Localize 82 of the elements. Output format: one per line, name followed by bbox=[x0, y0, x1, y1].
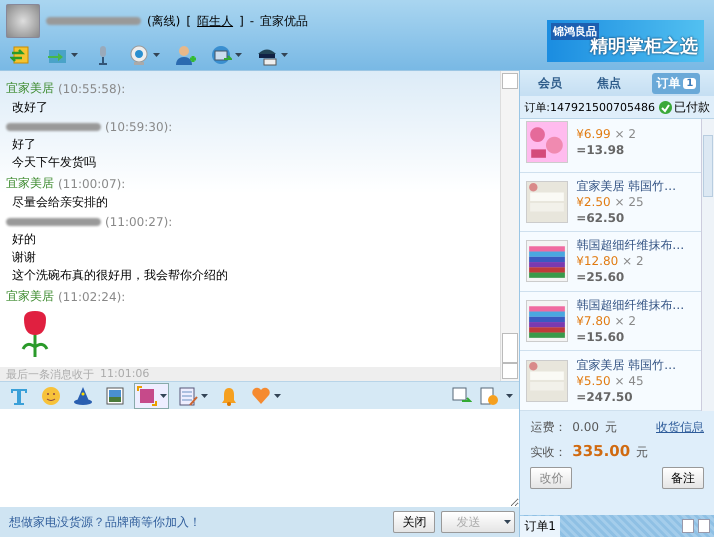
price-quantity: ¥12.80 × 2 bbox=[576, 253, 645, 270]
note-button[interactable]: 备注 bbox=[662, 467, 704, 489]
message-text: 谢谢 bbox=[11, 249, 37, 265]
last-received-label: 最后一条消息收于 bbox=[6, 367, 94, 381]
last-received-time: 11:01:06 bbox=[100, 367, 150, 381]
order-item[interactable]: 宜家美居 韩国竹… ¥2.50 × 25 =62.50 bbox=[520, 172, 701, 232]
shipping-label: 运费： bbox=[530, 419, 566, 436]
sender-name: 宜家美居 bbox=[6, 175, 54, 192]
shop-name: 宜家优品 bbox=[260, 12, 308, 30]
message-time: (10:55:58): bbox=[58, 82, 126, 96]
caret-icon[interactable] bbox=[235, 53, 242, 57]
order-item[interactable]: 韩国超细纤维抹布… ¥7.80 × 2 =15.60 bbox=[520, 292, 701, 352]
order-number: 订单:147921500705486 bbox=[524, 100, 655, 114]
count-badge: 1 bbox=[683, 78, 696, 88]
order-tab[interactable]: 订单1 bbox=[520, 516, 560, 537]
caret-icon[interactable] bbox=[71, 53, 78, 57]
caret-icon[interactable] bbox=[506, 394, 514, 398]
relation-link[interactable]: 陌生人 bbox=[197, 12, 234, 30]
caret-icon[interactable] bbox=[504, 520, 512, 524]
message-text: 好的 bbox=[11, 231, 37, 247]
close-button[interactable]: 关闭 bbox=[393, 511, 436, 533]
webcam-icon[interactable] bbox=[128, 44, 150, 66]
price-quantity: ¥2.50 × 25 bbox=[576, 194, 645, 210]
product-title[interactable]: 韩国超细纤维抹布… bbox=[576, 297, 684, 314]
scroll-left-button[interactable] bbox=[682, 519, 694, 533]
caret-icon[interactable] bbox=[153, 53, 160, 57]
line-total: =62.50 bbox=[576, 210, 626, 226]
message-time: (10:59:30): bbox=[105, 120, 172, 134]
calculator-icon[interactable] bbox=[177, 384, 199, 406]
price-quantity: ¥7.80 × 2 bbox=[576, 313, 637, 330]
caret-icon[interactable] bbox=[281, 53, 288, 57]
caret-icon[interactable] bbox=[160, 394, 167, 398]
check-icon bbox=[659, 100, 672, 114]
currency-unit: 元 bbox=[636, 444, 648, 461]
price-quantity: ¥5.50 × 45 bbox=[576, 372, 645, 389]
tab[interactable]: 焦点 bbox=[593, 72, 626, 94]
line-total: =247.50 bbox=[576, 388, 634, 405]
sender-name: 宜家美居 bbox=[6, 288, 54, 305]
product-title[interactable]: 宜家美居 韩国竹… bbox=[576, 178, 676, 194]
line-total: =25.60 bbox=[576, 269, 626, 286]
paid-amount: 335.00 bbox=[572, 442, 630, 460]
bracket: [ bbox=[186, 14, 192, 28]
caret-icon[interactable] bbox=[201, 394, 208, 398]
message-time: (11:00:27): bbox=[105, 215, 172, 229]
bracket: ] bbox=[239, 14, 244, 28]
add-user-icon[interactable] bbox=[174, 44, 196, 66]
order-item[interactable]: ¥6.99 × 2 =13.98 bbox=[520, 119, 701, 173]
message-time: (11:02:24): bbox=[58, 290, 126, 304]
caret-icon[interactable] bbox=[274, 394, 281, 398]
tab[interactable]: 订单 1 bbox=[652, 72, 700, 94]
ad-banner[interactable]: 锦鸿良品 精明掌柜之选 bbox=[547, 20, 704, 62]
shipping-fee: 0.00 bbox=[572, 420, 599, 434]
order-item[interactable]: 韩国超细纤维抹布… ¥12.80 × 2 =25.60 bbox=[520, 232, 701, 292]
history-icon[interactable] bbox=[478, 384, 500, 406]
message-time: (11:00:07): bbox=[58, 176, 126, 190]
scrollbar[interactable] bbox=[701, 119, 714, 411]
scroll-right-button[interactable] bbox=[698, 519, 710, 533]
message-text: 今天下午发货吗 bbox=[11, 154, 97, 170]
line-total: =15.60 bbox=[576, 329, 626, 346]
payment-status: 已付款 bbox=[674, 98, 710, 116]
online-status: (离线) bbox=[147, 12, 180, 30]
monitor-globe-icon[interactable] bbox=[210, 44, 232, 66]
currency-unit: 元 bbox=[604, 419, 617, 436]
scrollbar[interactable] bbox=[500, 71, 520, 381]
message-text: 好了 bbox=[11, 136, 37, 152]
paid-label: 实收： bbox=[530, 444, 566, 461]
product-title[interactable]: 韩国超细纤维抹布… bbox=[576, 237, 684, 254]
price-quantity: ¥6.99 × 2 bbox=[576, 126, 636, 142]
avatar[interactable] bbox=[6, 4, 40, 38]
toolbar-button[interactable] bbox=[134, 382, 169, 408]
message-text: 尽量会给亲安排的 bbox=[11, 194, 109, 210]
shipping-info-link[interactable]: 收货信息 bbox=[656, 419, 704, 436]
message-text: 这个洗碗布真的很好用，我会帮你介绍的 bbox=[11, 267, 229, 283]
order-item[interactable]: 宜家美居 韩国竹… ¥5.50 × 45 =247.50 bbox=[520, 351, 701, 411]
ad-link[interactable]: 想做家电没货源？品牌商等你加入！ bbox=[9, 514, 388, 530]
screenshot-icon[interactable] bbox=[136, 384, 158, 406]
sender-name: 宜家美居 bbox=[6, 80, 54, 97]
line-total: =13.98 bbox=[576, 142, 626, 158]
message-text: 改好了 bbox=[11, 99, 49, 115]
product-title[interactable]: 宜家美居 韩国竹… bbox=[576, 356, 676, 373]
tab[interactable]: 会员 bbox=[534, 72, 566, 94]
separator: - bbox=[250, 14, 254, 28]
